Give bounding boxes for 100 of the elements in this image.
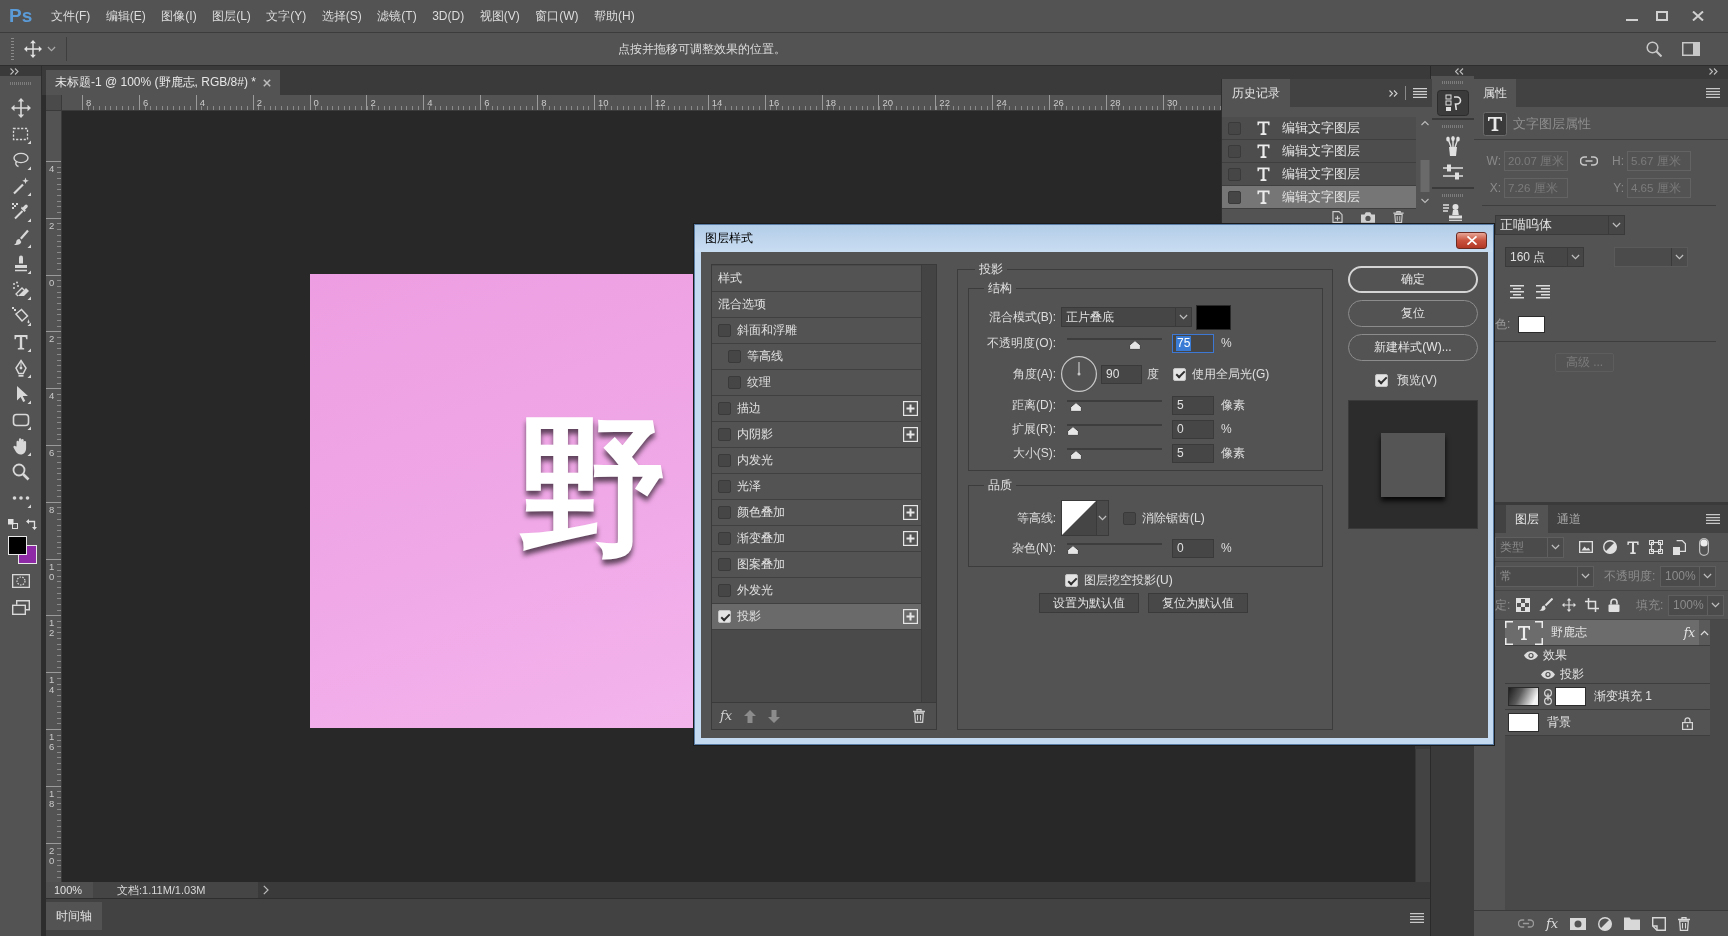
chain-link-icon[interactable]: [1544, 688, 1552, 705]
plus-icon[interactable]: [903, 531, 918, 546]
slider-thumb[interactable]: [1070, 450, 1083, 460]
style-item[interactable]: 描边: [712, 396, 921, 422]
value-field[interactable]: 5: [1172, 443, 1214, 463]
style-item[interactable]: 渐变叠加: [712, 526, 921, 552]
caret-icon[interactable]: [1571, 254, 1580, 260]
close-button[interactable]: [1456, 232, 1487, 249]
padlock-icon[interactable]: [1608, 598, 1620, 612]
plus-icon[interactable]: [903, 401, 918, 416]
checkbox[interactable]: [728, 350, 741, 363]
style-item[interactable]: 等高线: [712, 344, 921, 370]
paint-bucket-icon[interactable]: [10, 306, 31, 326]
timeline-tab[interactable]: 时间轴: [46, 902, 102, 930]
style-item[interactable]: 内发光: [712, 448, 921, 474]
folder-icon[interactable]: [1624, 917, 1641, 930]
history-item[interactable]: 编辑文字图层: [1222, 186, 1416, 209]
zoom-field[interactable]: 100%: [46, 882, 93, 898]
eye-icon[interactable]: [1541, 669, 1555, 679]
four-way-arrow-icon[interactable]: [10, 98, 31, 118]
document-tab[interactable]: 未标题-1 @ 100% (野鹿志, RGB/8#) *: [46, 70, 280, 95]
menu-icon[interactable]: [1706, 514, 1720, 524]
eyedropper-icon[interactable]: [10, 202, 31, 222]
menu-icon[interactable]: [1413, 88, 1427, 98]
style-item[interactable]: 图案叠加: [712, 552, 921, 578]
caret-icon[interactable]: [1179, 314, 1188, 320]
color-swatch[interactable]: [1196, 304, 1231, 330]
checkbox[interactable]: [718, 506, 731, 519]
font-family-dropdown[interactable]: 正喵呜体: [1495, 215, 1625, 235]
caret-icon[interactable]: [1711, 602, 1720, 608]
image-icon[interactable]: [1579, 541, 1593, 553]
panel-tab[interactable]: 历史记录: [1222, 79, 1290, 107]
checkbox[interactable]: [718, 402, 731, 415]
style-item[interactable]: 内阴影: [712, 422, 921, 448]
layer-row[interactable]: 背景: [1505, 710, 1710, 736]
style-item[interactable]: 外发光: [712, 578, 921, 604]
caret-icon[interactable]: [1675, 254, 1684, 260]
default-colors-icon[interactable]: [7, 519, 18, 529]
menu-icon[interactable]: [1410, 912, 1424, 923]
align-right-icon[interactable]: [1536, 285, 1550, 299]
value-field[interactable]: 0: [1172, 538, 1214, 558]
slider-thumb[interactable]: [1070, 402, 1083, 412]
window-layout-icon[interactable]: [1682, 42, 1700, 56]
toggle-switch-icon[interactable]: [1699, 538, 1709, 556]
checkbox[interactable]: [718, 558, 731, 571]
document-icon[interactable]: [1673, 539, 1686, 555]
menu-item[interactable]: 选择(S): [321, 8, 362, 24]
panel-tab[interactable]: 通道: [1548, 505, 1590, 533]
value-field[interactable]: 5: [1172, 395, 1214, 415]
chevron-right-icon[interactable]: [263, 885, 269, 895]
panel-tab[interactable]: 属性: [1474, 79, 1516, 107]
hand-icon[interactable]: [10, 436, 31, 456]
menu-icon[interactable]: [1706, 88, 1720, 98]
scrollbar[interactable]: [921, 265, 936, 702]
caret-icon[interactable]: [1703, 573, 1712, 579]
magnifier-icon[interactable]: [10, 462, 31, 482]
style-item[interactable]: 样式: [712, 266, 921, 292]
slider-thumb[interactable]: [1067, 426, 1079, 436]
color-swatch[interactable]: [1518, 315, 1546, 333]
half-circle-icon[interactable]: [1603, 540, 1617, 554]
double-chevron-icon[interactable]: [10, 67, 19, 75]
history-item[interactable]: 编辑文字图层: [1222, 117, 1416, 140]
close-icon[interactable]: [263, 78, 271, 87]
crop-icon[interactable]: [1585, 598, 1599, 612]
menu-item[interactable]: 文字(Y): [266, 8, 307, 24]
search-icon[interactable]: [1646, 41, 1662, 57]
link-icon[interactable]: [1518, 919, 1534, 928]
style-item[interactable]: 投影: [712, 604, 921, 630]
checkbox[interactable]: [718, 428, 731, 441]
style-item[interactable]: 混合选项: [712, 292, 921, 318]
swap-arrow-icon[interactable]: [25, 519, 37, 530]
menu-item[interactable]: 滤镜(T): [377, 8, 417, 24]
fx-button[interactable]: fx: [720, 709, 733, 723]
contour-picker[interactable]: [1061, 500, 1109, 536]
checkbox[interactable]: [1123, 511, 1136, 525]
scrollbar[interactable]: [1415, 749, 1430, 882]
brushes-cup-icon[interactable]: [1444, 136, 1461, 156]
trash-icon[interactable]: [1678, 916, 1691, 931]
stacked-squares-icon[interactable]: [1436, 90, 1469, 116]
lasso-icon[interactable]: [10, 150, 31, 170]
eraser-icon[interactable]: [10, 280, 31, 300]
align-center-icon[interactable]: [1510, 285, 1524, 299]
checkbox[interactable]: [718, 324, 731, 337]
menu-item[interactable]: 图像(I): [161, 8, 197, 24]
checkbox[interactable]: [718, 480, 731, 493]
plus-icon[interactable]: [903, 427, 918, 442]
menu-item[interactable]: 文件(F): [51, 8, 91, 24]
default-button[interactable]: 设置为默认值: [1039, 593, 1139, 613]
sliders-icon[interactable]: [1442, 164, 1463, 180]
slider-thumb[interactable]: [1129, 340, 1142, 350]
eye-icon[interactable]: [1524, 651, 1538, 660]
style-item[interactable]: 斜面和浮雕: [712, 318, 921, 344]
arrow-down-icon[interactable]: [768, 709, 781, 723]
layer-row[interactable]: 野鹿志 fx: [1505, 620, 1710, 646]
history-item[interactable]: 编辑文字图层: [1222, 140, 1416, 163]
dashed-circle-frame-icon[interactable]: [11, 574, 30, 588]
menu-item[interactable]: 窗口(W): [535, 8, 579, 24]
caret-icon[interactable]: [1612, 222, 1621, 228]
checkbox[interactable]: [1228, 190, 1241, 204]
angle-dial[interactable]: [1061, 356, 1097, 392]
